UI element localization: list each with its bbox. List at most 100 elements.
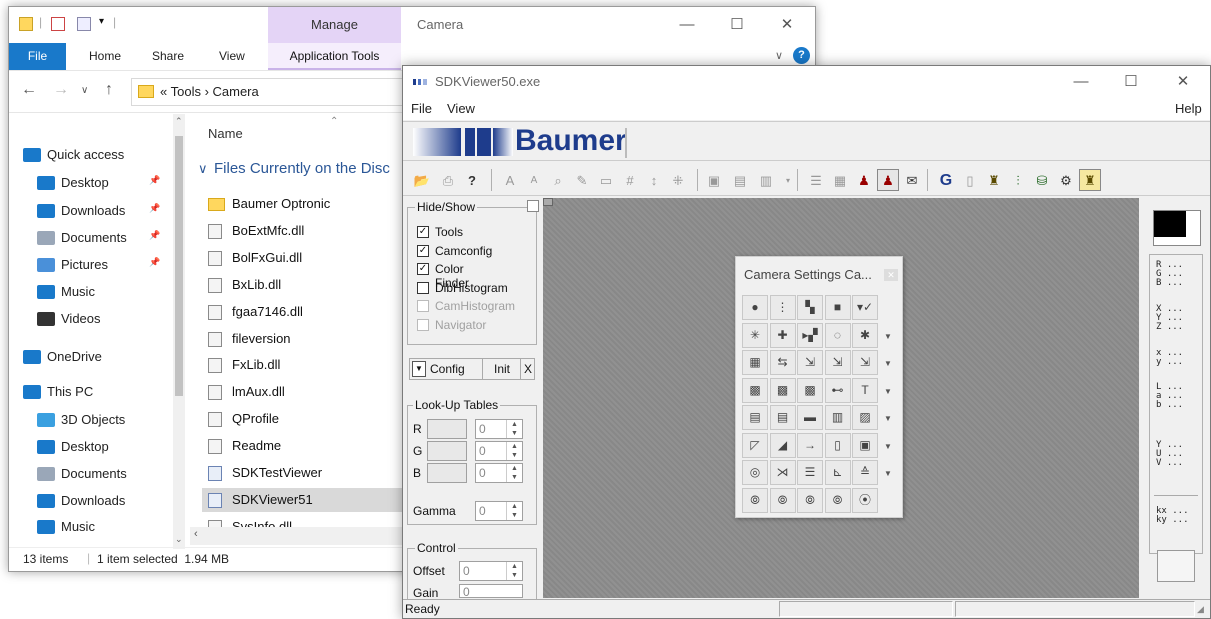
detail-view-icon[interactable]: ▦ — [829, 169, 851, 191]
camera-setting-icon[interactable]: ⦾ — [797, 487, 823, 513]
capture-dropdown-icon[interactable]: ▾ — [777, 169, 799, 191]
capture-series-icon[interactable]: ▥ — [755, 169, 777, 191]
camera-settings-icon[interactable]: ♜ — [1079, 169, 1101, 191]
camera-setting-icon[interactable]: ▤ — [769, 405, 796, 430]
camera-setting-icon[interactable]: ⊷ — [824, 377, 851, 403]
grab-icon[interactable]: G — [935, 169, 957, 191]
camera-setting-icon[interactable]: ▚ — [797, 295, 823, 320]
camera-setting-icon[interactable]: ▩ — [797, 377, 823, 403]
palette-dropdown-icon[interactable]: ▼ — [884, 332, 892, 341]
camera-setting-icon[interactable]: ▥ — [824, 405, 851, 430]
nav-item[interactable]: Pictures 📌 — [9, 252, 187, 278]
palette-dropdown-icon[interactable]: ▼ — [884, 359, 892, 368]
crosshair-icon[interactable]: ⁜ — [667, 169, 689, 191]
nav-item[interactable]: Downloads — [9, 488, 187, 514]
tab-application-tools[interactable]: Application Tools — [268, 43, 401, 70]
column-header-name[interactable]: Name — [208, 126, 243, 141]
image-message-icon[interactable]: ♟ — [853, 169, 875, 191]
camera-setting-icon[interactable]: ◌ — [824, 322, 851, 348]
nav-item[interactable]: Downloads 📌 — [9, 198, 187, 224]
camera-icon[interactable]: ♜ — [983, 169, 1005, 191]
driver-icon[interactable]: ⫶ — [1007, 169, 1029, 191]
maximize-button[interactable]: ☐ — [1108, 64, 1154, 100]
new-folder-icon[interactable] — [77, 17, 91, 31]
camera-setting-icon[interactable]: ⦾ — [769, 487, 796, 513]
lut-swatch[interactable] — [427, 419, 467, 439]
camera-setting-icon[interactable]: ⋮ — [769, 295, 796, 320]
lut-spinner[interactable]: 0 ▲ ▼ — [475, 441, 523, 461]
camera-setting-icon[interactable]: ▣ — [852, 432, 878, 458]
open-icon[interactable]: 📂 — [411, 169, 433, 191]
camera-setting-icon[interactable]: ⋊ — [769, 460, 796, 485]
camera-setting-icon[interactable]: ⦾ — [824, 487, 851, 513]
camera-setting-icon[interactable]: ⊾ — [824, 460, 851, 485]
group-collapse-icon[interactable]: ∨ — [198, 161, 208, 177]
nav-item[interactable]: Desktop 📌 — [9, 170, 187, 196]
help-icon[interactable]: ? — [793, 47, 810, 64]
camera-setting-icon[interactable]: ☰ — [797, 460, 823, 485]
properties-icon[interactable] — [51, 17, 65, 31]
capture-icon[interactable]: ▣ — [703, 169, 725, 191]
capture-single-icon[interactable]: ▤ — [729, 169, 751, 191]
gain-spinner[interactable]: 0 — [459, 584, 523, 598]
camera-setting-icon[interactable]: ✚ — [769, 322, 796, 348]
lut-swatch[interactable] — [427, 441, 467, 461]
gamma-spinner[interactable]: 0 ▲ ▼ — [475, 501, 523, 521]
palette-dropdown-icon[interactable]: ▼ — [884, 387, 892, 396]
tab-view[interactable]: View — [219, 43, 245, 70]
camera-setting-icon[interactable]: ⇲ — [852, 350, 878, 375]
pin-icon[interactable]: 📌 — [149, 175, 160, 186]
init-button[interactable]: Init — [494, 362, 510, 376]
camera-setting-icon[interactable]: ⇆ — [769, 350, 796, 375]
camera-setting-icon[interactable]: ⦿ — [852, 487, 878, 513]
print-icon[interactable]: ⎙ — [437, 169, 459, 191]
palette-dropdown-icon[interactable]: ▼ — [884, 469, 892, 478]
camera-setting-icon[interactable]: ◢ — [769, 432, 796, 458]
up-arrow-icon[interactable]: ↑ — [105, 81, 113, 99]
nav-item[interactable]: Quick access — [9, 142, 187, 168]
tab-share[interactable]: Share — [152, 43, 184, 70]
font-smaller-icon[interactable]: A — [523, 169, 545, 191]
camera-setting-icon[interactable]: ▤ — [742, 405, 768, 430]
spinner-arrows-icon[interactable]: ▲ ▼ — [506, 442, 522, 460]
camera-setting-icon[interactable]: ● — [742, 295, 768, 320]
recent-dropdown-icon[interactable]: ∨ — [81, 85, 88, 96]
resize-grip-icon[interactable]: ◢ — [1197, 604, 1204, 615]
spinner-arrows-icon[interactable]: ▲ ▼ — [506, 502, 522, 520]
camera-setting-icon[interactable]: ◎ — [742, 460, 768, 485]
camera-setting-icon[interactable]: ▾✓ — [852, 295, 878, 320]
scroll-up-icon[interactable]: ⌃ — [175, 116, 183, 127]
firewire-icon[interactable]: ⚙ — [1055, 169, 1077, 191]
scroll-down-icon[interactable]: ⌄ — [175, 534, 183, 545]
nav-item[interactable]: Documents — [9, 461, 187, 487]
camera-setting-icon[interactable]: ⇲ — [824, 350, 851, 375]
camera-setting-icon[interactable]: ▨ — [852, 405, 878, 430]
forward-arrow-icon[interactable]: → — [53, 81, 69, 99]
nav-item[interactable]: This PC — [9, 379, 187, 405]
lut-spinner[interactable]: 0 ▲ ▼ — [475, 419, 523, 439]
camera-setting-icon[interactable]: ▩ — [742, 377, 768, 403]
scroll-left-icon[interactable]: ‹ — [194, 528, 198, 540]
line-profile-icon[interactable]: ↕ — [643, 169, 665, 191]
nav-item[interactable]: Desktop — [9, 434, 187, 460]
maximize-button[interactable]: ☐ — [714, 7, 760, 43]
camera-setting-icon[interactable]: ▩ — [769, 377, 796, 403]
nav-scroll-thumb[interactable] — [175, 136, 183, 396]
spinner-arrows-icon[interactable]: ▲ ▼ — [506, 420, 522, 438]
help-icon[interactable]: ? — [461, 169, 483, 191]
nav-item[interactable]: Music — [9, 279, 187, 305]
pin-icon[interactable]: 📌 — [149, 203, 160, 214]
config-dropdown-icon[interactable]: ▼ — [412, 361, 426, 377]
ribbon-expand-icon[interactable]: ∨ — [775, 49, 783, 62]
camera-setting-icon[interactable]: → — [797, 432, 823, 458]
font-larger-icon[interactable]: A — [499, 169, 521, 191]
tab-manage[interactable]: Manage — [268, 7, 401, 43]
spinner-arrows-icon[interactable]: ▲ ▼ — [506, 562, 522, 580]
offset-spinner[interactable]: 0 ▲ ▼ — [459, 561, 523, 581]
menu-file[interactable]: File — [411, 101, 432, 116]
menu-view[interactable]: View — [447, 101, 475, 116]
tab-file[interactable]: File — [9, 43, 66, 70]
menu-help[interactable]: Help — [1175, 101, 1202, 116]
camera-setting-icon[interactable]: ◸ — [742, 432, 768, 458]
pen-icon[interactable]: ✎ — [571, 169, 593, 191]
